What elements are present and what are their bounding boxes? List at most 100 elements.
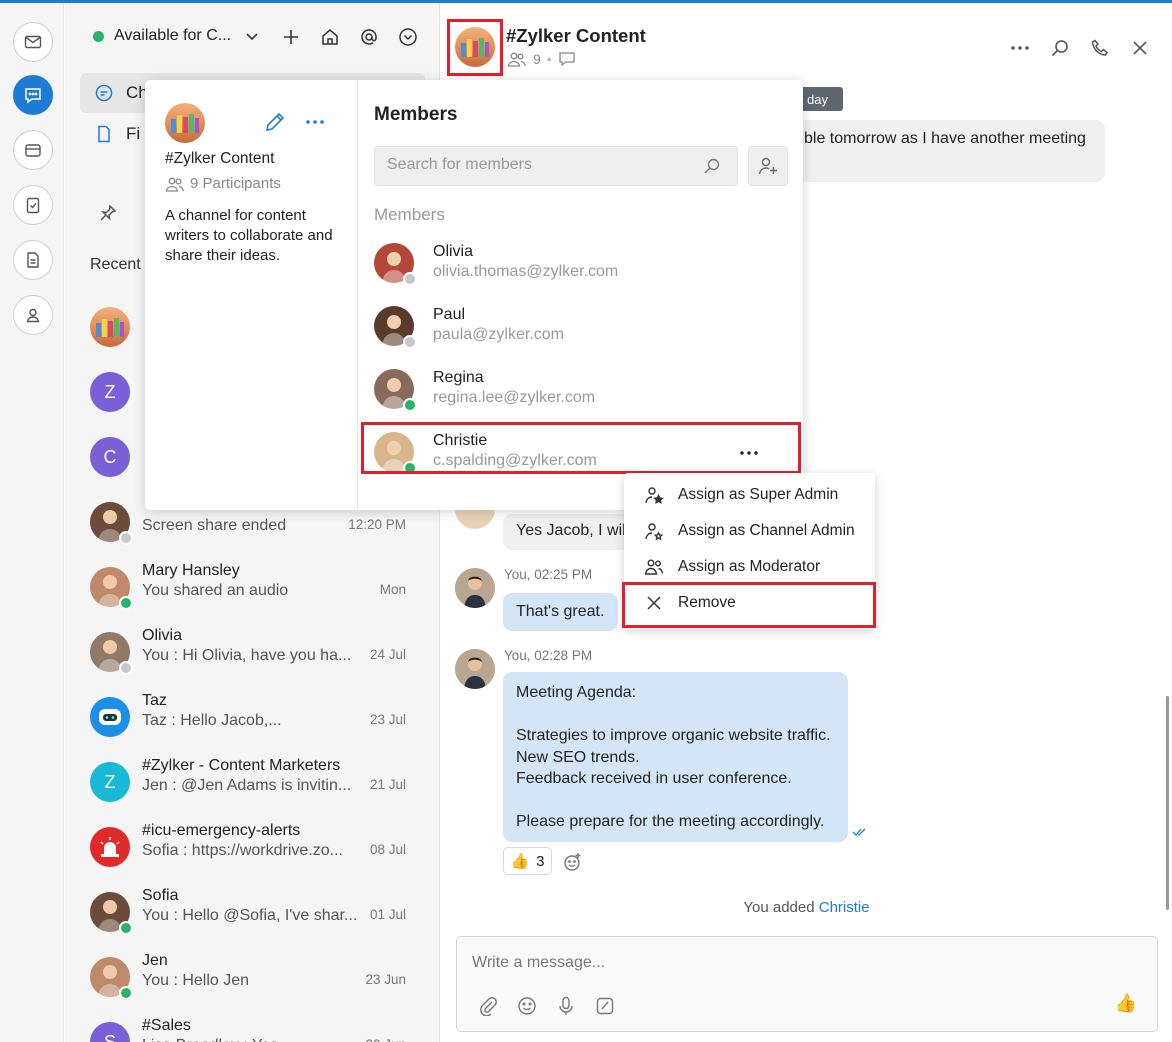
mention-icon[interactable] (357, 25, 381, 49)
notes-icon[interactable] (13, 240, 53, 280)
chat-list-item[interactable]: Olivia You : Hi Olivia, have you ha... 24 … (65, 623, 439, 687)
composer-placeholder: Write a message... (472, 954, 606, 971)
menu-assign-moderator[interactable]: Assign as Moderator (624, 549, 875, 585)
presence-badge (119, 986, 133, 1000)
conversation-title: #Zylker Content (506, 25, 646, 46)
recent-heading: Recent (90, 256, 141, 273)
member-row[interactable]: Olivia olivia.thomas@zylker.com (361, 233, 803, 295)
chat-list-item[interactable]: Taz Taz : Hello Jacob,... 23 Jul (65, 688, 439, 752)
avatar: S (90, 1022, 130, 1042)
chat-icon[interactable] (13, 75, 53, 115)
menu-assign-super-admin[interactable]: Assign as Super Admin (624, 477, 875, 513)
avatar (90, 502, 133, 545)
chat-list-item[interactable]: Z #Zylker - Content Marketers Jen : @Jen A… (65, 753, 439, 817)
participant-count[interactable]: 9 Participants (165, 175, 281, 192)
avatar (90, 307, 130, 347)
edit-icon[interactable] (264, 111, 286, 138)
contacts-icon[interactable] (13, 295, 53, 335)
menu-item-label: Assign as Super Admin (678, 486, 839, 503)
member-row[interactable]: Paul paula@zylker.com (361, 296, 803, 358)
participant-count-label: 9 Participants (190, 175, 281, 192)
member-count: 9 (533, 51, 541, 67)
status-label: Available for C... (114, 27, 232, 44)
menu-assign-channel-admin[interactable]: Assign as Channel Admin (624, 513, 875, 549)
wallet-icon[interactable] (13, 130, 53, 170)
system-user-link[interactable]: Christie (819, 899, 870, 916)
message-bubble[interactable]: ble tomorrow as I have another meeting (796, 120, 1105, 182)
member-email: paula@zylker.com (433, 326, 564, 343)
message-line: Feedback received in user conference. (516, 770, 792, 787)
channel-admin-icon (645, 523, 664, 541)
member-email: regina.lee@zylker.com (433, 389, 596, 406)
chat-name: #icu-emergency-alerts (142, 822, 301, 839)
message-line: Strategies to improve organic website tr… (516, 727, 831, 744)
microphone-icon[interactable] (555, 995, 576, 1016)
presence-badge (119, 661, 133, 675)
avatar (90, 892, 133, 935)
moderator-icon (644, 559, 664, 575)
channel-details: #Zylker Content 9 Participants A channel… (145, 80, 358, 510)
scrollbar[interactable] (1166, 696, 1169, 910)
thread-icon[interactable] (558, 51, 576, 67)
chat-name: Jen (142, 952, 168, 969)
message-bubble[interactable]: That's great. (503, 593, 618, 631)
avatar (90, 827, 130, 867)
chat-list-item[interactable]: S #Sales Lisa Broodley : Yes20 Jun (65, 1013, 439, 1042)
message-line (516, 704, 835, 726)
chat-name: Mary Hansley (142, 562, 240, 579)
read-receipt-icon (852, 828, 866, 836)
avatar: Z (90, 762, 130, 802)
member-search-input[interactable]: Search for members (374, 146, 738, 186)
chat-preview: Screen share ended (142, 517, 287, 534)
chat-preview: Lisa Broodley : Yes (142, 1037, 364, 1042)
search-icon[interactable] (1049, 37, 1070, 58)
message-line: Please prepare for the meeting according… (516, 813, 825, 830)
chat-list-item[interactable]: #icu-emergency-alerts Sofia : https://wor… (65, 818, 439, 882)
message-bubble[interactable]: Meeting Agenda: Strategies to improve org… (503, 672, 848, 842)
tasks-icon[interactable] (13, 185, 53, 225)
participants-icon[interactable] (507, 51, 527, 67)
add-reaction-icon[interactable] (563, 852, 583, 877)
message-composer[interactable]: Write a message... 👍 (456, 936, 1158, 1032)
more-options-icon[interactable] (1009, 37, 1030, 58)
chat-time: Mon (379, 582, 406, 597)
thumbs-up-icon[interactable]: 👍 (1115, 993, 1137, 1014)
chat-list-item[interactable]: Mary Hansley You shared an audio Mon (65, 558, 439, 622)
presence-badge (119, 531, 133, 545)
avatar (455, 649, 495, 689)
chat-time: 24 Jul (369, 647, 406, 662)
chat-time: 01 Jul (369, 907, 406, 922)
chat-preview: You : Hello @Sofia, I've shar... (142, 907, 358, 924)
avatar (90, 957, 133, 1000)
presence-badge (119, 596, 133, 610)
member-row[interactable]: Regina regina.lee@zylker.com (361, 359, 803, 421)
avatar: Z (90, 372, 130, 412)
add-member-button[interactable] (748, 146, 788, 186)
status-selector[interactable]: Available for C... (93, 27, 259, 45)
chat-list-item[interactable]: Sofia You : Hello @Sofia, I've shar... 01 … (65, 883, 439, 947)
file-icon (98, 125, 110, 143)
format-icon[interactable] (594, 995, 615, 1016)
avatar (90, 632, 133, 675)
home-icon[interactable] (318, 25, 342, 49)
remove-highlight (622, 582, 876, 628)
reaction-chip[interactable]: 👍 3 (503, 847, 552, 875)
emoji-icon[interactable] (516, 995, 537, 1016)
mail-icon[interactable] (13, 22, 53, 62)
menu-item-label: Assign as Channel Admin (678, 522, 855, 539)
chat-list-item[interactable]: Jen You : Hello Jen 23 Jun (65, 948, 439, 1012)
chat-preview: Sofia : https://workdrive.zo... (142, 842, 343, 859)
close-icon[interactable] (1129, 37, 1150, 58)
member-name: Paul (433, 306, 466, 323)
pin-icon[interactable] (98, 203, 118, 228)
message-meta: You, 02:25 PM (504, 567, 593, 582)
chat-name: #Zylker - Content Marketers (142, 757, 341, 774)
more-circle-icon[interactable] (396, 25, 420, 49)
attach-icon[interactable] (477, 995, 498, 1016)
chat-preview: You : Hi Olivia, have you ha... (142, 647, 352, 664)
plus-icon[interactable] (279, 25, 303, 49)
conversation-header: #Zylker Content 9 • (441, 3, 1172, 79)
message-line (516, 790, 835, 812)
call-icon[interactable] (1089, 37, 1110, 58)
more-options-icon[interactable] (305, 111, 325, 138)
